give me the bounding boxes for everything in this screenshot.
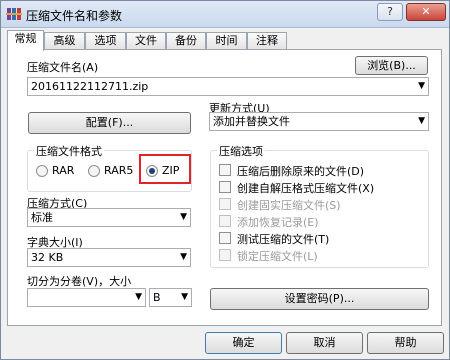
dropdown-arrow-icon[interactable]: ▼	[180, 209, 187, 226]
dictionary-size-value: 32 KB	[31, 251, 64, 264]
recovery-record-label: 添加恢复记录(E)	[237, 216, 319, 229]
split-size-combobox[interactable]: ▼	[27, 288, 146, 307]
dropdown-arrow-icon[interactable]: ▼	[135, 289, 142, 306]
help-button[interactable]: 帮助	[367, 332, 444, 354]
compression-method-select[interactable]: 标准 ▼	[27, 208, 191, 227]
update-mode-select[interactable]: 添加并替换文件 ▼	[209, 112, 429, 131]
format-rar5-radio[interactable]	[88, 165, 100, 177]
browse-button[interactable]: 浏览(B)...	[355, 56, 428, 75]
delete-after-checkbox[interactable]	[219, 164, 231, 176]
zip-highlight-box	[139, 154, 191, 184]
create-sfx-label[interactable]: 创建自解压格式压缩文件(X)	[237, 180, 374, 196]
tab-time[interactable]: 时间	[206, 32, 247, 49]
winrar-books-icon	[6, 8, 22, 20]
tab-backup[interactable]: 备份	[166, 32, 206, 49]
dropdown-arrow-icon[interactable]: ▼	[180, 249, 187, 266]
delete-after-label[interactable]: 压缩后删除原来的文件(D)	[237, 163, 364, 179]
dropdown-arrow-icon[interactable]: ▼	[181, 289, 188, 306]
format-group-title: 压缩文件格式	[34, 143, 104, 159]
update-mode-value: 添加并替换文件	[213, 115, 290, 128]
lock-archive-label: 锁定压缩文件(L)	[237, 250, 318, 263]
tab-general[interactable]: 常规	[7, 30, 44, 51]
dropdown-arrow-icon[interactable]: ▼	[418, 113, 425, 130]
archive-name-combobox[interactable]: 20161122112711.zip ▼	[27, 77, 429, 96]
help-title-button[interactable]: ?	[377, 3, 403, 21]
test-archive-checkbox[interactable]	[219, 232, 231, 244]
profiles-button[interactable]: 配置(F)...	[28, 112, 191, 134]
tab-comment[interactable]: 注释	[247, 32, 287, 49]
archive-options-group: 压缩选项 压缩后删除原来的文件(D) 创建自解压格式压缩文件(X) 创建固实压缩…	[210, 143, 429, 268]
format-rar-label[interactable]: RAR	[52, 164, 74, 177]
test-archive-label[interactable]: 测试压缩的文件(T)	[237, 231, 329, 247]
format-rar5-label[interactable]: RAR5	[104, 164, 133, 177]
archive-dialog: 压缩文件名和参数 ? ✕ 常规 高级 选项 文件 备份 时间 注释 压缩文件名(…	[0, 0, 450, 360]
create-solid-label: 创建固实压缩文件(S)	[237, 199, 341, 212]
format-rar-radio[interactable]	[36, 165, 48, 177]
recovery-record-checkbox	[219, 215, 231, 227]
split-volumes-label: 切分为分卷(V)，大小	[27, 275, 132, 288]
general-panel: 压缩文件名(A) 浏览(B)... 20161122112711.zip ▼ 更…	[7, 49, 442, 326]
window-title: 压缩文件名和参数	[26, 9, 123, 23]
title-bar[interactable]: 压缩文件名和参数 ? ✕	[1, 1, 449, 28]
ok-button[interactable]: 确定	[205, 332, 282, 354]
cancel-button[interactable]: 取消	[286, 332, 363, 354]
tab-options[interactable]: 选项	[85, 32, 126, 49]
dropdown-arrow-icon[interactable]: ▼	[418, 78, 425, 95]
set-password-button[interactable]: 设置密码(P)...	[210, 288, 429, 310]
tab-files[interactable]: 文件	[126, 32, 166, 49]
split-unit-select[interactable]: B ▼	[149, 288, 192, 307]
lock-archive-checkbox	[219, 249, 231, 261]
archive-name-value: 20161122112711.zip	[31, 80, 149, 93]
split-unit-value: B	[153, 291, 161, 304]
archive-options-title: 压缩选项	[217, 143, 265, 159]
tab-advanced[interactable]: 高级	[44, 32, 85, 49]
create-sfx-checkbox[interactable]	[219, 181, 231, 193]
archive-name-label: 压缩文件名(A)	[27, 61, 99, 74]
dictionary-size-select[interactable]: 32 KB ▼	[27, 248, 191, 267]
compression-method-value: 标准	[31, 211, 53, 224]
create-solid-checkbox	[219, 198, 231, 210]
close-button[interactable]: ✕	[406, 3, 446, 21]
